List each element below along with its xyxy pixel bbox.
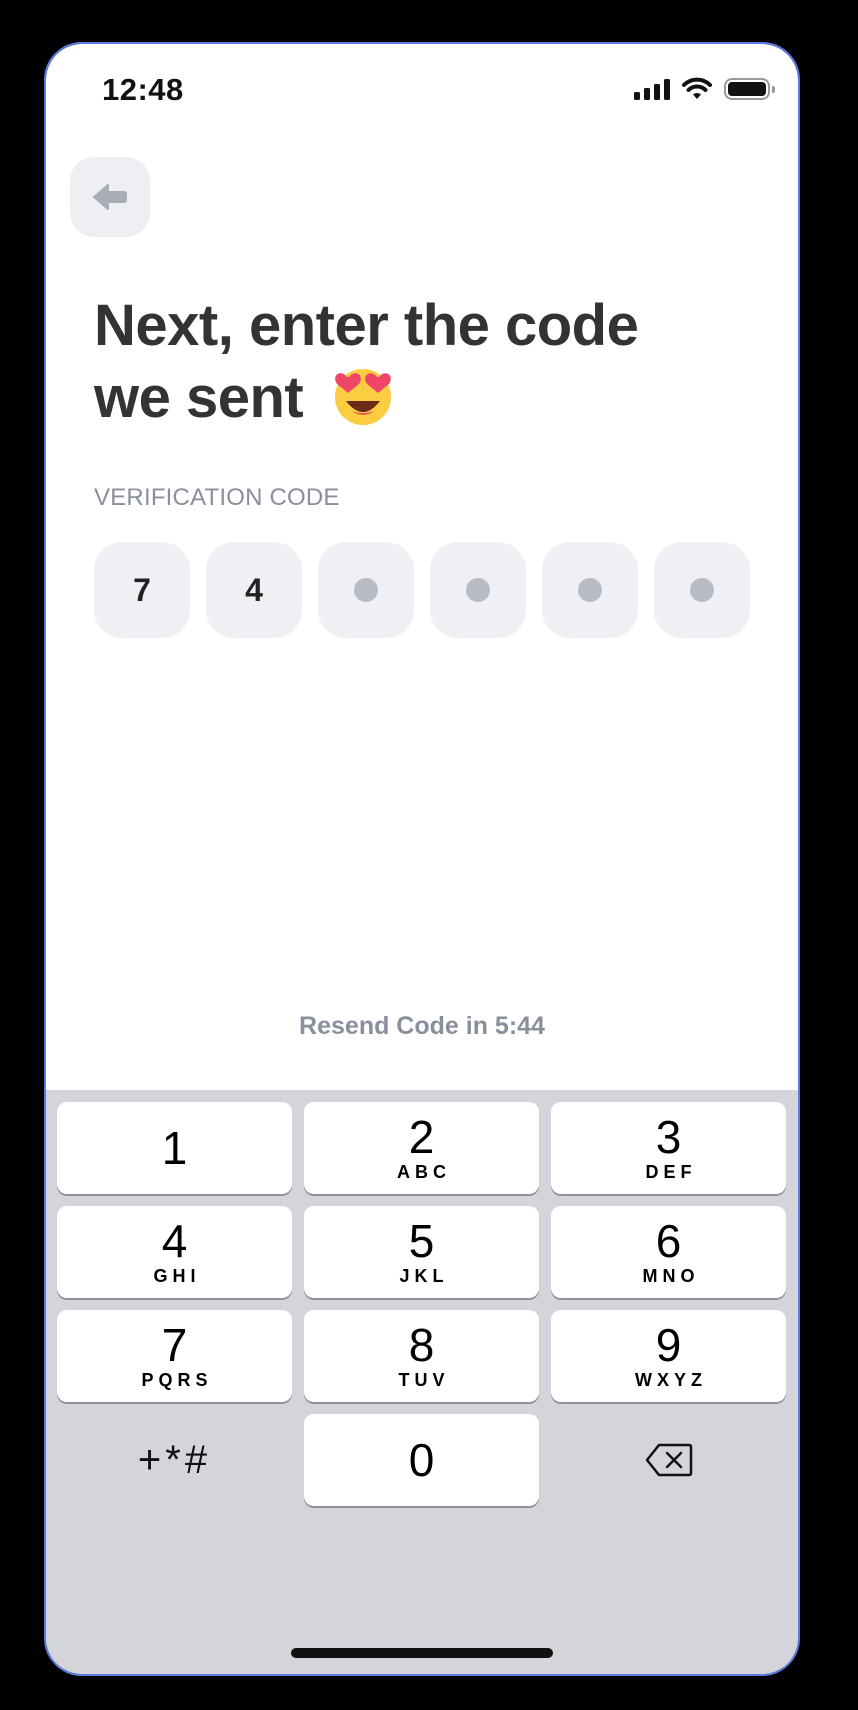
key-letters: GHI bbox=[153, 1265, 201, 1286]
back-button[interactable] bbox=[70, 157, 150, 237]
verification-code-input[interactable]: 7 4 bbox=[94, 542, 750, 638]
key-number: 9 bbox=[655, 1318, 682, 1371]
key-7[interactable]: 7 PQRS bbox=[57, 1310, 292, 1402]
page-title-line-2: we sent bbox=[94, 362, 734, 434]
key-6[interactable]: 6 MNO bbox=[551, 1206, 786, 1298]
key-number: 1 bbox=[161, 1122, 188, 1174]
status-bar: 12:48 bbox=[46, 44, 798, 134]
key-letters: WXYZ bbox=[635, 1369, 707, 1390]
heart-eyes-emoji-icon bbox=[334, 369, 391, 425]
resend-code-timer[interactable]: Resend Code in 5:44 bbox=[46, 1012, 798, 1041]
key-1[interactable]: 1 bbox=[57, 1102, 292, 1194]
empty-digit-dot bbox=[466, 578, 490, 602]
empty-digit-dot bbox=[690, 578, 714, 602]
symbols-label: +*# bbox=[137, 1437, 212, 1482]
key-number: 0 bbox=[408, 1434, 435, 1486]
backspace-icon bbox=[645, 1443, 692, 1477]
key-number: 3 bbox=[655, 1110, 682, 1163]
status-time: 12:48 bbox=[102, 72, 184, 107]
wifi-icon bbox=[682, 77, 712, 99]
phone-screen: 12:48 Next, enter the code we sent VERIF… bbox=[44, 42, 800, 1676]
code-digit-box[interactable] bbox=[542, 542, 638, 638]
key-letters: ABC bbox=[397, 1161, 451, 1182]
code-digit-box[interactable]: 7 bbox=[94, 542, 190, 638]
delete-key[interactable] bbox=[551, 1414, 786, 1506]
key-symbols[interactable]: +*# bbox=[57, 1414, 292, 1506]
key-number: 7 bbox=[161, 1318, 188, 1371]
key-3[interactable]: 3 DEF bbox=[551, 1102, 786, 1194]
page-title-line-1: Next, enter the code bbox=[94, 293, 639, 358]
key-number: 4 bbox=[161, 1214, 188, 1267]
key-letters: DEF bbox=[645, 1161, 697, 1182]
code-digit-box[interactable] bbox=[430, 542, 526, 638]
code-digit: 4 bbox=[245, 571, 263, 608]
battery-icon bbox=[724, 78, 775, 100]
home-indicator[interactable] bbox=[291, 1648, 553, 1658]
key-letters: PQRS bbox=[141, 1369, 213, 1390]
code-digit-box[interactable] bbox=[318, 542, 414, 638]
key-4[interactable]: 4 GHI bbox=[57, 1206, 292, 1298]
arrow-left-icon bbox=[93, 184, 127, 210]
empty-digit-dot bbox=[354, 578, 378, 602]
key-number: 5 bbox=[408, 1214, 435, 1267]
verification-code-label: VERIFICATION CODE bbox=[94, 484, 340, 511]
key-number: 8 bbox=[408, 1318, 435, 1371]
key-letters: TUV bbox=[398, 1369, 450, 1390]
code-digit: 7 bbox=[133, 571, 151, 608]
key-5[interactable]: 5 JKL bbox=[304, 1206, 539, 1298]
key-letters: MNO bbox=[642, 1265, 700, 1286]
key-0[interactable]: 0 bbox=[304, 1414, 539, 1506]
key-9[interactable]: 9 WXYZ bbox=[551, 1310, 786, 1402]
numeric-keypad: 1 2 ABC 3 DEF 4 GHI 5 JKL 6 MNO 7 PQRS 8 bbox=[46, 1090, 798, 1674]
page-title: Next, enter the code we sent bbox=[94, 290, 734, 434]
key-8[interactable]: 8 TUV bbox=[304, 1310, 539, 1402]
code-digit-box[interactable]: 4 bbox=[206, 542, 302, 638]
key-letters: JKL bbox=[399, 1265, 449, 1286]
code-digit-box[interactable] bbox=[654, 542, 750, 638]
page-title-line-2-text: we sent bbox=[94, 365, 304, 430]
key-number: 6 bbox=[655, 1214, 682, 1267]
key-number: 2 bbox=[408, 1110, 435, 1163]
cellular-signal-icon bbox=[634, 78, 670, 100]
status-icons bbox=[634, 74, 775, 104]
empty-digit-dot bbox=[578, 578, 602, 602]
key-2[interactable]: 2 ABC bbox=[304, 1102, 539, 1194]
